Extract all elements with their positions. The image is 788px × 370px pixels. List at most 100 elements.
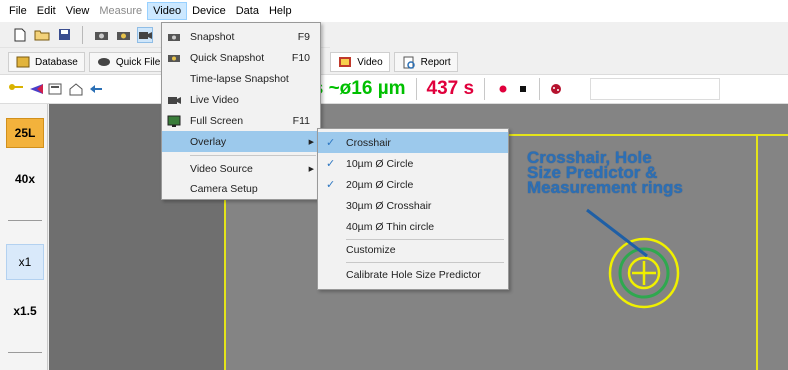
- back-arrow-icon[interactable]: [28, 81, 44, 97]
- record-icon[interactable]: [495, 81, 511, 97]
- properties-icon[interactable]: [48, 81, 64, 97]
- bug-icon[interactable]: [548, 81, 564, 97]
- menu-item-shortcut: F9: [297, 30, 310, 43]
- menu-item-label: Calibrate Hole Size Predictor: [346, 268, 481, 281]
- menu-item-label: 40µm Ø Thin circle: [346, 220, 435, 233]
- checkmark-icon: ✓: [326, 158, 336, 170]
- open-folder-icon[interactable]: [34, 27, 50, 43]
- stop-icon[interactable]: [515, 81, 531, 97]
- menu-item-10um-circle[interactable]: ✓ 10µm Ø Circle: [318, 153, 508, 174]
- tab-quick-file[interactable]: Quick File: [88, 52, 168, 72]
- menu-item-video-source[interactable]: Video Source ▶: [162, 158, 320, 179]
- menu-item-30um-crosshair[interactable]: 30µm Ø Crosshair: [318, 195, 508, 216]
- menu-item-40um-thin-circle[interactable]: 40µm Ø Thin circle: [318, 216, 508, 237]
- menu-video[interactable]: Video: [147, 2, 188, 20]
- objective-button[interactable]: 25L: [6, 118, 44, 148]
- submenu-arrow-icon: ▶: [308, 165, 314, 173]
- tab-video-label: Video: [357, 56, 383, 68]
- annotation-callout: Crosshair, Hole Size Predictor & Measure…: [527, 149, 683, 197]
- tab-toolbar: Database Quick File Video Report: [0, 50, 788, 74]
- menu-item-shortcut: F10: [291, 51, 310, 64]
- menu-item-customize[interactable]: Customize: [318, 239, 508, 260]
- menu-view[interactable]: View: [61, 3, 95, 19]
- menu-item-label: Customize: [346, 243, 396, 256]
- menu-item-snapshot[interactable]: Snapshot F9: [162, 26, 320, 47]
- camera-icon: [166, 51, 182, 65]
- menu-item-label: Video Source: [190, 162, 253, 175]
- zoom-x1-5-button[interactable]: x1.5: [6, 296, 44, 326]
- menu-item-label: Full Screen: [190, 114, 244, 127]
- left-panel-divider: [8, 352, 42, 353]
- menu-item-shortcut: F11: [292, 114, 310, 127]
- menu-separator: [346, 262, 504, 263]
- menu-measure[interactable]: Measure: [94, 3, 147, 19]
- menu-item-overlay[interactable]: Overlay ▶: [162, 131, 320, 152]
- menu-item-label: Time-lapse Snapshot: [190, 72, 289, 85]
- menu-item-live-video[interactable]: Live Video: [162, 89, 320, 110]
- home-icon[interactable]: [68, 81, 84, 97]
- left-panel-divider: [8, 220, 42, 221]
- video-icon: [337, 54, 353, 70]
- menu-data[interactable]: Data: [231, 3, 264, 19]
- key-icon[interactable]: [8, 81, 24, 97]
- toolbar-empty-field: [590, 78, 721, 100]
- menu-item-label: Live Video: [190, 93, 239, 106]
- menu-item-time-lapse-snapshot[interactable]: Time-lapse Snapshot: [162, 68, 320, 89]
- camera-icon[interactable]: [93, 27, 109, 43]
- menu-device[interactable]: Device: [187, 3, 231, 19]
- new-file-icon[interactable]: [12, 27, 28, 43]
- menu-item-label: 10µm Ø Circle: [346, 157, 414, 170]
- checkmark-icon: ✓: [326, 137, 336, 149]
- menu-item-label: 30µm Ø Crosshair: [346, 199, 432, 212]
- menu-item-label: Snapshot: [190, 30, 235, 43]
- tab-database-label: Database: [35, 56, 78, 68]
- overlay-submenu: ✓ Crosshair ✓ 10µm Ø Circle ✓ 20µm Ø Cir…: [317, 128, 509, 290]
- submenu-arrow-icon: ▶: [308, 138, 314, 146]
- menu-item-label: Overlay: [190, 135, 227, 148]
- camera-icon: [166, 30, 182, 44]
- report-icon: [401, 54, 417, 70]
- database-icon: [15, 54, 31, 70]
- menu-bar: File Edit View Measure Video Device Data…: [0, 0, 788, 22]
- menu-item-label: Camera Setup: [190, 182, 258, 195]
- video-camera-icon: [166, 93, 182, 107]
- readout-divider: [415, 78, 417, 100]
- menu-item-crosshair[interactable]: ✓ Crosshair: [318, 132, 508, 153]
- tab-database[interactable]: Database: [8, 52, 85, 72]
- menu-item-label: Quick Snapshot: [190, 51, 265, 64]
- save-icon[interactable]: [56, 27, 72, 43]
- monitor-icon: [166, 114, 182, 128]
- menu-item-20um-circle[interactable]: ✓ 20µm Ø Circle: [318, 174, 508, 195]
- magnification-label: 40x: [14, 172, 36, 186]
- readout-divider: [539, 78, 541, 100]
- menu-item-label: Crosshair: [346, 136, 391, 149]
- tab-report[interactable]: Report: [393, 52, 458, 72]
- annotation-arrow: [586, 208, 648, 258]
- tab-video[interactable]: Video: [330, 52, 390, 72]
- menu-item-label: 20µm Ø Circle: [346, 178, 414, 191]
- annotation-line: Measurement rings: [527, 178, 683, 197]
- menu-item-camera-setup[interactable]: Camera Setup: [162, 178, 320, 199]
- left-panel: 25L 40x x1 x1.5: [0, 104, 48, 370]
- overlay-frame-line: [756, 134, 758, 370]
- measure-toolbar: 0 ms ~ø16 µm 437 s: [0, 74, 788, 104]
- menu-edit[interactable]: Edit: [32, 3, 61, 19]
- quick-camera-icon[interactable]: [115, 27, 131, 43]
- time-readout: 437 s: [426, 78, 475, 99]
- readout-divider: [484, 78, 486, 100]
- menu-item-quick-snapshot[interactable]: Quick Snapshot F10: [162, 47, 320, 68]
- menu-file[interactable]: File: [4, 3, 32, 19]
- zoom-x1-button[interactable]: x1: [6, 244, 44, 280]
- menu-item-calibrate-hole-size-predictor[interactable]: Calibrate Hole Size Predictor: [318, 264, 508, 285]
- toolbar-separator: [82, 25, 83, 44]
- tab-quick-file-label: Quick File: [115, 56, 161, 68]
- video-camera-icon[interactable]: [137, 26, 153, 43]
- menu-item-full-screen[interactable]: Full Screen F11: [162, 110, 320, 131]
- menu-help[interactable]: Help: [264, 3, 297, 19]
- tab-report-label: Report: [420, 56, 451, 68]
- checkmark-icon: ✓: [326, 179, 336, 191]
- quick-file-icon: [96, 54, 112, 70]
- menu-separator: [190, 155, 316, 156]
- left-arrow-icon[interactable]: [88, 81, 104, 97]
- video-dropdown-menu: Snapshot F9 Quick Snapshot F10 Time-laps…: [161, 22, 321, 200]
